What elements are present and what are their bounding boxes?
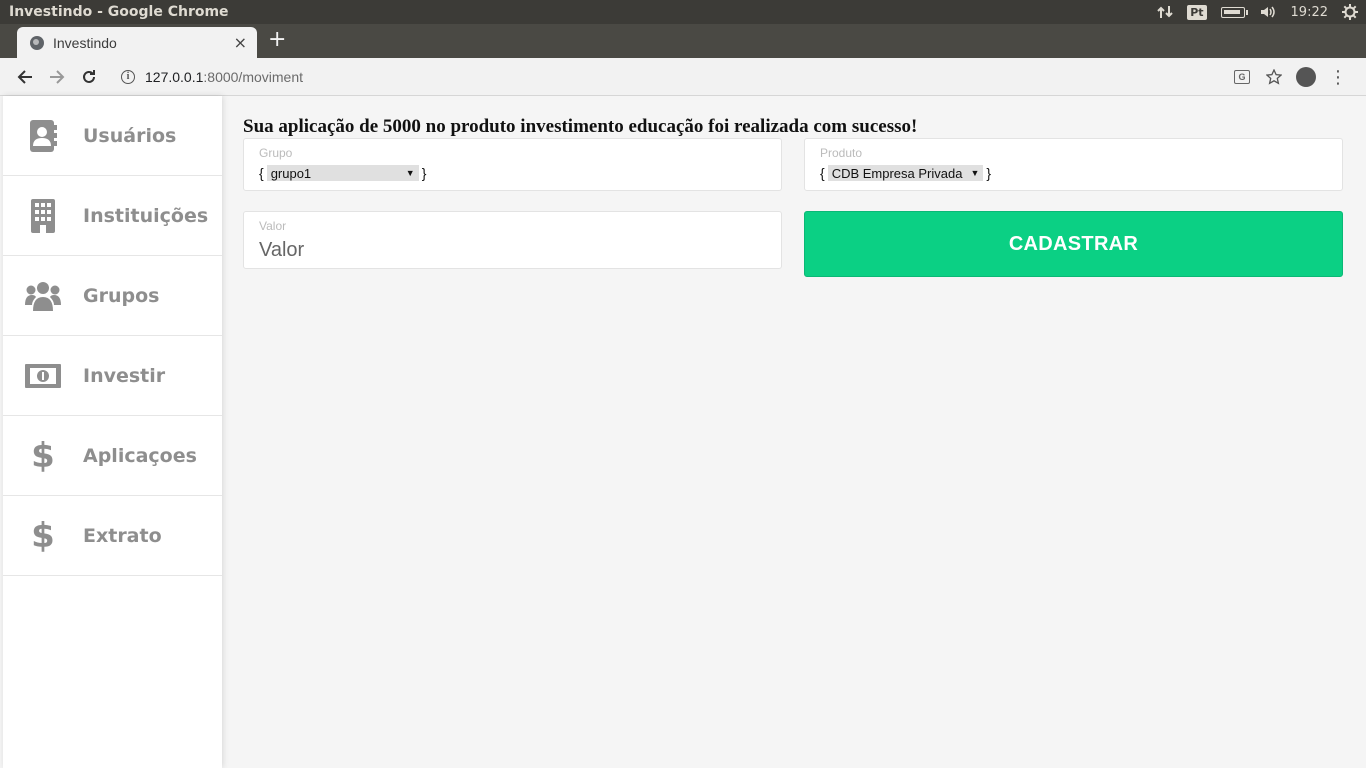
- sidebar-item-extrato[interactable]: $ Extrato: [3, 496, 222, 576]
- produto-select-wrapper: { CDB Empresa Privada ▼ }: [820, 165, 991, 181]
- grupo-select[interactable]: grupo1 ▼: [266, 165, 419, 181]
- url-path: :8000/moviment: [203, 68, 303, 85]
- sidebar-item-label: Grupos: [83, 284, 160, 307]
- brace-close: }: [986, 165, 992, 181]
- arrow-left-icon: [17, 69, 32, 84]
- sidebar-item-investir[interactable]: Investir: [3, 336, 222, 416]
- dollar-icon: $: [31, 515, 55, 556]
- sidebar-item-label: Usuários: [83, 124, 177, 147]
- browser-tab[interactable]: Investindo ×: [17, 27, 257, 58]
- reload-button[interactable]: [73, 61, 105, 93]
- produto-select[interactable]: CDB Empresa Privada ▼: [827, 165, 984, 181]
- globe-icon: [30, 35, 44, 50]
- address-book-icon: [23, 116, 63, 156]
- users-icon: [23, 276, 63, 316]
- keyboard-language-indicator[interactable]: Pt: [1187, 4, 1207, 20]
- forward-button[interactable]: [41, 61, 73, 93]
- system-tray: Pt 19:22: [1157, 0, 1366, 24]
- main-content: Sua aplicação de 5000 no produto investi…: [222, 96, 1366, 768]
- brace-close: }: [421, 165, 427, 181]
- clock[interactable]: 19:22: [1291, 5, 1328, 20]
- sidebar-item-label: Investir: [83, 364, 166, 387]
- site-info-icon[interactable]: i: [121, 69, 135, 84]
- sidebar-item-label: Aplicaçoes: [83, 444, 197, 467]
- url-host: 127.0.0.1: [145, 68, 204, 85]
- dropdown-arrow-icon: ▼: [970, 168, 980, 178]
- window-title: Investindo - Google Chrome: [9, 4, 229, 20]
- tab-title: Investindo: [53, 34, 117, 51]
- produto-label: Produto: [820, 146, 863, 160]
- bookmark-star-icon[interactable]: [1258, 69, 1290, 85]
- translate-button[interactable]: G: [1226, 70, 1258, 84]
- grupo-field: Grupo { grupo1 ▼ }: [243, 138, 782, 191]
- grupo-select-wrapper: { grupo1 ▼ }: [259, 165, 426, 181]
- grupo-label: Grupo: [259, 146, 293, 160]
- settings-gear-icon[interactable]: [1342, 4, 1358, 20]
- money-bill-icon: [23, 356, 63, 396]
- valor-label: Valor: [259, 219, 287, 233]
- toolbar-actions: G ⋮: [1226, 58, 1354, 96]
- network-icon[interactable]: [1157, 4, 1173, 20]
- brace-open: {: [820, 165, 825, 181]
- dollar-icon: $: [31, 435, 55, 476]
- os-top-bar: Investindo - Google Chrome Pt 19:22: [0, 0, 1366, 24]
- valor-input[interactable]: [259, 239, 759, 262]
- close-tab-icon[interactable]: ×: [234, 33, 247, 52]
- sidebar-item-label: Instituições: [83, 204, 209, 227]
- new-tab-button[interactable]: +: [268, 27, 286, 52]
- sidebar-item-aplicacoes[interactable]: $ Aplicaçoes: [3, 416, 222, 496]
- language-badge: Pt: [1187, 4, 1207, 20]
- brace-open: {: [259, 165, 264, 181]
- success-message: Sua aplicação de 5000 no produto investi…: [243, 116, 918, 137]
- tab-strip: Investindo × +: [0, 24, 1366, 58]
- sidebar-item-label: Extrato: [83, 524, 162, 547]
- arrow-right-icon: [50, 69, 65, 84]
- battery-icon[interactable]: [1220, 6, 1248, 18]
- volume-icon[interactable]: [1259, 4, 1277, 20]
- sidebar: Usuários Instituições Grupos Investir $ …: [3, 96, 222, 768]
- translate-icon: G: [1234, 70, 1250, 84]
- sidebar-item-grupos[interactable]: Grupos: [3, 256, 222, 336]
- grupo-selected-value: grupo1: [270, 165, 312, 181]
- address-bar[interactable]: i 127.0.0.1:8000/moviment: [121, 62, 303, 92]
- extension-icon[interactable]: [1290, 67, 1322, 87]
- dropdown-arrow-icon: ▼: [405, 168, 415, 178]
- produto-field: Produto { CDB Empresa Privada ▼ }: [804, 138, 1343, 191]
- reload-icon: [83, 69, 95, 83]
- produto-selected-value: CDB Empresa Privada: [831, 165, 963, 181]
- cadastrar-button[interactable]: CADASTRAR: [804, 211, 1343, 277]
- valor-field: Valor: [243, 211, 782, 269]
- more-menu-icon[interactable]: ⋮: [1322, 67, 1354, 88]
- sidebar-item-instituicoes[interactable]: Instituições: [3, 176, 222, 256]
- back-button[interactable]: [9, 61, 41, 93]
- sidebar-item-usuarios[interactable]: Usuários: [3, 96, 222, 176]
- browser-toolbar: i 127.0.0.1:8000/moviment G ⋮: [0, 58, 1366, 96]
- building-icon: [23, 196, 63, 236]
